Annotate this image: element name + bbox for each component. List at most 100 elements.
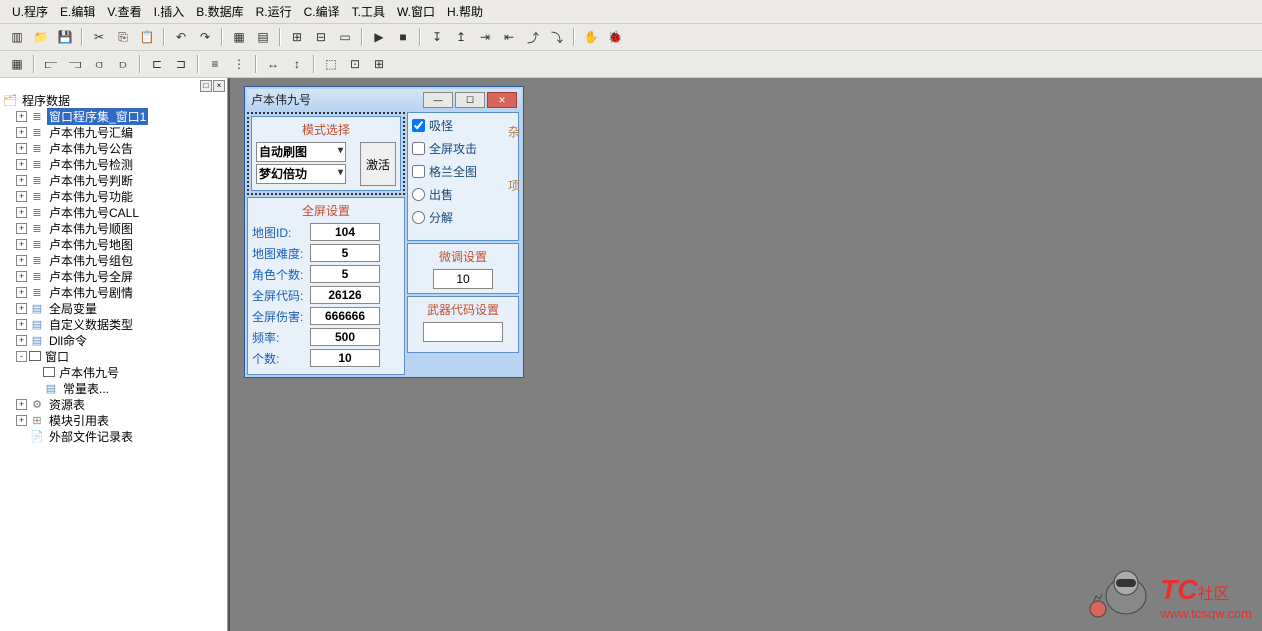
copy-icon[interactable]: ⎘ — [112, 27, 134, 47]
radio[interactable] — [412, 188, 425, 201]
window-titlebar[interactable]: 卢本伟九号 — ☐ ✕ — [247, 89, 521, 110]
micro-input[interactable] — [433, 269, 493, 289]
tool-icon-1[interactable]: ▦ — [228, 27, 250, 47]
expand-icon[interactable]: - — [16, 351, 27, 362]
tree-item[interactable]: +≣卢本伟九号顺图 — [2, 220, 225, 236]
tree-item[interactable]: +▤全局变量 — [2, 300, 225, 316]
tree-item[interactable]: +≣卢本伟九号组包 — [2, 252, 225, 268]
tree-item[interactable]: +⊞模块引用表 — [2, 412, 225, 428]
step-icon-3[interactable]: ⇥ — [474, 27, 496, 47]
menu-help[interactable]: H.帮助 — [443, 2, 487, 21]
menu-run[interactable]: R.运行 — [252, 2, 296, 21]
align-icon-4[interactable]: ⫐ — [112, 54, 134, 74]
menu-compile[interactable]: C.编译 — [300, 2, 344, 21]
menu-program[interactable]: U.程序 — [8, 2, 52, 21]
expand-icon[interactable]: + — [16, 335, 27, 346]
tool-icon-2[interactable]: ▤ — [252, 27, 274, 47]
step-icon-6[interactable]: ⤵ — [546, 27, 568, 47]
menu-insert[interactable]: I.插入 — [150, 2, 189, 21]
save-icon[interactable]: 💾 — [54, 27, 76, 47]
tree-item[interactable]: +⚙资源表 — [2, 396, 225, 412]
expand-icon[interactable]: + — [16, 287, 27, 298]
field-input[interactable] — [310, 265, 380, 283]
dist-icon-1[interactable]: ≡ — [204, 54, 226, 74]
checkbox[interactable] — [412, 119, 425, 132]
radio[interactable] — [412, 211, 425, 224]
tree-close-icon[interactable]: × — [213, 80, 225, 92]
size-icon-1[interactable]: ↔ — [262, 54, 284, 74]
tool-icon-5[interactable]: ▭ — [334, 27, 356, 47]
run-icon[interactable]: ▶ — [368, 27, 390, 47]
design-canvas[interactable]: 卢本伟九号 — ☐ ✕ 模式选择 自动刷图 梦幻倍功 — [228, 78, 1262, 631]
tree-item[interactable]: +≣卢本伟九号剧情 — [2, 284, 225, 300]
expand-icon[interactable]: + — [16, 207, 27, 218]
expand-icon[interactable]: + — [16, 303, 27, 314]
field-input[interactable] — [310, 223, 380, 241]
field-input[interactable] — [310, 244, 380, 262]
radio-row[interactable]: 出售 — [412, 186, 514, 203]
checkbox-row[interactable]: 格兰全图 — [412, 163, 514, 180]
align-icon-1[interactable]: ⫍ — [40, 54, 62, 74]
redo-icon[interactable]: ↷ — [194, 27, 216, 47]
tree-item[interactable]: +▤Dll命令 — [2, 332, 225, 348]
bug-icon[interactable]: 🐞 — [604, 27, 626, 47]
maximize-button[interactable]: ☐ — [455, 92, 485, 108]
align-icon-3[interactable]: ⫏ — [88, 54, 110, 74]
paste-icon[interactable]: 📋 — [136, 27, 158, 47]
order-icon-1[interactable]: ⬚ — [320, 54, 342, 74]
expand-icon[interactable]: + — [16, 143, 27, 154]
app-window[interactable]: 卢本伟九号 — ☐ ✕ 模式选择 自动刷图 梦幻倍功 — [244, 86, 524, 378]
layout-icon-1[interactable]: ▦ — [6, 54, 28, 74]
align-icon-2[interactable]: ⫎ — [64, 54, 86, 74]
step-icon-2[interactable]: ↥ — [450, 27, 472, 47]
align-icon-6[interactable]: ⊐ — [170, 54, 192, 74]
weapon-input[interactable] — [423, 322, 503, 342]
tree-item[interactable]: +≣卢本伟九号CALL — [2, 204, 225, 220]
order-icon-3[interactable]: ⊞ — [368, 54, 390, 74]
expand-icon[interactable]: + — [16, 319, 27, 330]
tree-item[interactable]: +≣卢本伟九号检测 — [2, 156, 225, 172]
tree-item[interactable]: +≣卢本伟九号地图 — [2, 236, 225, 252]
menu-view[interactable]: V.查看 — [103, 2, 145, 21]
field-input[interactable] — [310, 286, 380, 304]
expand-icon[interactable]: + — [16, 111, 27, 122]
cut-icon[interactable]: ✂ — [88, 27, 110, 47]
checkbox-row[interactable]: 吸怪 — [412, 117, 514, 134]
menu-database[interactable]: B.数据库 — [192, 2, 247, 21]
radio-row[interactable]: 分解 — [412, 209, 514, 226]
step-icon-1[interactable]: ↧ — [426, 27, 448, 47]
step-icon-5[interactable]: ⤴ — [522, 27, 544, 47]
undo-icon[interactable]: ↶ — [170, 27, 192, 47]
open-icon[interactable]: 📁 — [30, 27, 52, 47]
mode-select-1[interactable]: 自动刷图 — [256, 142, 346, 162]
align-icon-5[interactable]: ⊏ — [146, 54, 168, 74]
tool-icon-4[interactable]: ⊟ — [310, 27, 332, 47]
checkbox-row[interactable]: 全屏攻击 — [412, 140, 514, 157]
expand-icon[interactable]: + — [16, 399, 27, 410]
tree-item[interactable]: +≣窗口程序集_窗口1 — [2, 108, 225, 124]
expand-icon[interactable]: + — [16, 159, 27, 170]
expand-icon[interactable]: + — [16, 127, 27, 138]
field-input[interactable] — [310, 349, 380, 367]
expand-icon[interactable]: + — [16, 191, 27, 202]
field-input[interactable] — [310, 328, 380, 346]
size-icon-2[interactable]: ↕ — [286, 54, 308, 74]
dist-icon-2[interactable]: ⋮ — [228, 54, 250, 74]
expand-icon[interactable]: + — [16, 175, 27, 186]
tree-item[interactable]: -窗口 — [2, 348, 225, 364]
stop-icon[interactable]: ■ — [392, 27, 414, 47]
mode-select-2[interactable]: 梦幻倍功 — [256, 164, 346, 184]
tree-item[interactable]: +≣卢本伟九号全屏 — [2, 268, 225, 284]
expand-icon[interactable]: + — [16, 415, 27, 426]
checkbox[interactable] — [412, 142, 425, 155]
hand-icon[interactable]: ✋ — [580, 27, 602, 47]
tree-item[interactable]: +≣卢本伟九号汇编 — [2, 124, 225, 140]
activate-button[interactable]: 激活 — [360, 142, 396, 186]
order-icon-2[interactable]: ⊡ — [344, 54, 366, 74]
menu-tools[interactable]: T.工具 — [348, 2, 389, 21]
expand-icon[interactable]: + — [16, 271, 27, 282]
tree-pin-icon[interactable]: □ — [200, 80, 212, 92]
expand-icon[interactable]: + — [16, 239, 27, 250]
minimize-button[interactable]: — — [423, 92, 453, 108]
step-icon-4[interactable]: ⇤ — [498, 27, 520, 47]
